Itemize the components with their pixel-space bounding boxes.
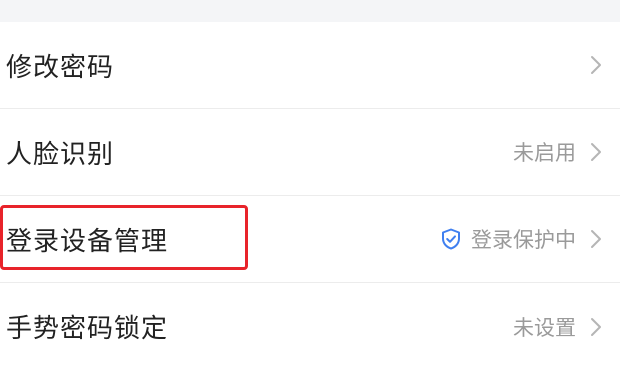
settings-item-face-recognition[interactable]: 人脸识别 未启用 xyxy=(0,109,620,196)
chevron-right-icon xyxy=(591,230,601,248)
settings-item-value: 未设置 xyxy=(513,315,576,340)
shield-check-icon xyxy=(442,228,460,250)
settings-item-right: 登录保护中 xyxy=(441,196,602,282)
chevron-right-icon xyxy=(591,143,601,161)
settings-item-label: 手势密码锁定 xyxy=(6,314,169,344)
settings-item-label: 人脸识别 xyxy=(6,139,115,170)
settings-item-value: 未启用 xyxy=(513,141,576,165)
chevron-right-icon xyxy=(591,56,601,74)
chevron-right-icon xyxy=(591,317,601,336)
settings-item-change-password[interactable]: 修改密码 xyxy=(0,22,620,109)
settings-item-value: 登录保护中 xyxy=(471,228,576,252)
settings-list: 修改密码 人脸识别 未启用 登录设备管理 登录保护中 手势密码锁定 未设置 xyxy=(0,22,620,370)
settings-item-right xyxy=(590,22,602,108)
top-background-strip xyxy=(0,0,620,22)
settings-item-label: 修改密码 xyxy=(6,52,115,83)
settings-item-gesture-lock[interactable]: 手势密码锁定 未设置 xyxy=(0,283,620,370)
settings-item-right: 未设置 xyxy=(513,283,602,370)
settings-item-login-device-management[interactable]: 登录设备管理 登录保护中 xyxy=(0,196,620,283)
settings-item-label: 登录设备管理 xyxy=(6,226,169,257)
settings-item-right: 未启用 xyxy=(513,109,602,195)
